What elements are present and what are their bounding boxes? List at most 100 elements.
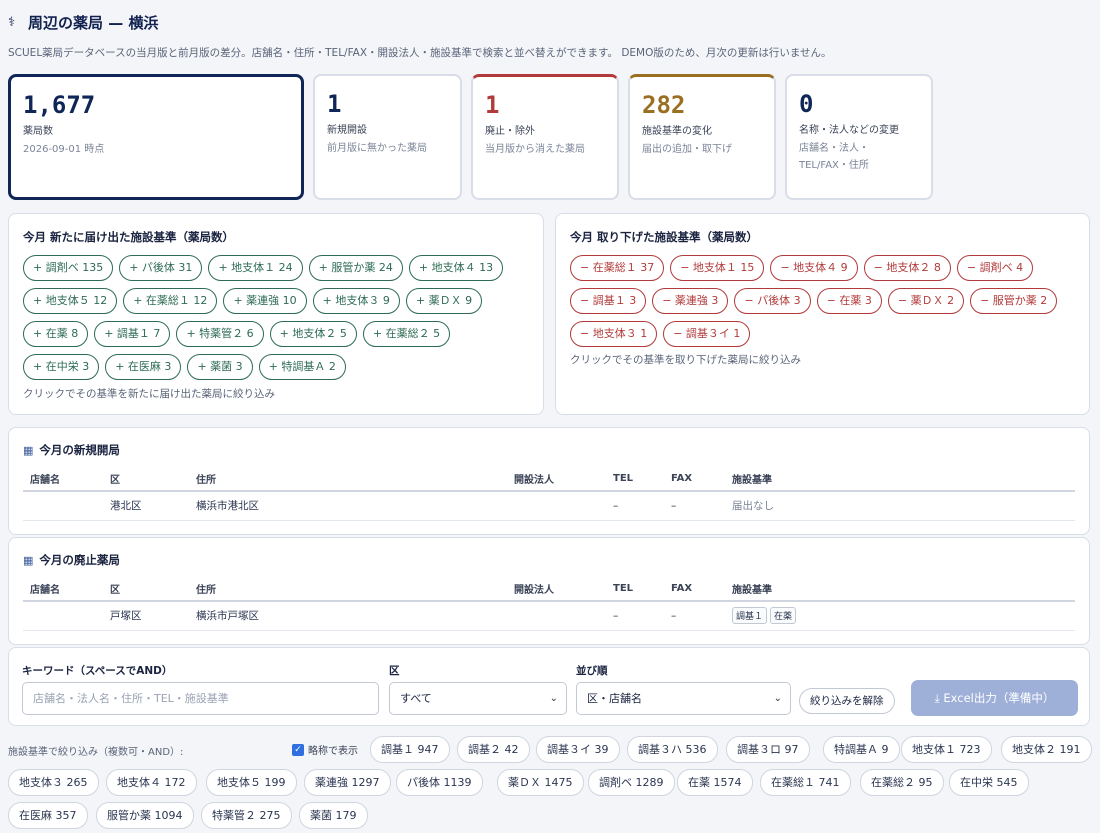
added-standard-chip[interactable]: + 薬連強 10 [223,288,307,314]
table-row[interactable]: 港北区 横浜市港北区 – – 届出なし [23,491,1075,521]
added-standard-chip[interactable]: + 在薬総１ 12 [123,288,218,314]
col-fax[interactable]: FAX [664,466,725,492]
facility-filter-chip[interactable]: 調基３ハ 536 [627,736,718,763]
col-tel[interactable]: TEL [606,466,664,492]
cell-tel: – [606,601,664,631]
facility-filter-chip[interactable]: 特薬管２ 275 [201,802,292,829]
cell-ward: 戸塚区 [103,601,189,631]
added-standard-chip[interactable]: + 調剤ベ 135 [23,255,114,281]
facility-filter-chip[interactable]: 調剤ベ 1289 [588,769,675,796]
stat-card-changes[interactable]: 0 名称・法人などの変更 店舗名・法人・ TEL/FAX・住所 [785,74,933,200]
added-standard-chip[interactable]: + 在医麻 3 [105,354,182,380]
added-standard-chip[interactable]: + 特薬管２ 6 [176,321,264,347]
removed-standard-chip[interactable]: − 地支体４ 9 [770,255,858,281]
col-fax[interactable]: FAX [664,576,725,602]
added-standard-chip[interactable]: + パ後体 31 [119,255,203,281]
col-corp[interactable]: 開設法人 [507,576,606,602]
removed-standard-chip[interactable]: − 調基３イ 1 [663,321,751,347]
facility-filter-chip[interactable]: 在薬総２ 95 [860,769,944,796]
page-subtitle: SCUEL薬局データベースの当月版と前月版の差分。店舗名・住所・TEL/FAX・… [8,47,832,59]
added-standard-chip[interactable]: + 在中栄 3 [23,354,100,380]
removed-standard-chip[interactable]: − パ後体 3 [734,288,811,314]
removed-standard-chip[interactable]: − 地支体２ 8 [863,255,951,281]
facility-filter-chip[interactable]: 地支体１ 723 [901,736,992,763]
removed-standards-title: 今月 取り下げた施設基準（薬局数） [570,230,759,244]
col-standards[interactable]: 施設基準 [725,466,1075,492]
keyword-label: キーワード（スペースでAND） [22,665,173,677]
facility-filter-chip[interactable]: 在薬総１ 741 [760,769,851,796]
facility-filter-chip[interactable]: パ後体 1139 [396,769,483,796]
stat-sub: 当月版から消えた薬局 [485,144,585,155]
added-standard-chip[interactable]: + 在薬総２ 5 [362,321,451,347]
facility-filter-chip[interactable]: 服管か薬 1094 [96,802,194,829]
stat-sub: 2026-09-01 時点 [23,144,105,155]
added-standard-chip[interactable]: + 薬ＤＸ 9 [405,288,483,314]
col-address[interactable]: 住所 [189,466,507,492]
removed-standard-chip[interactable]: − 服管か薬 2 [970,288,1058,314]
cell-name [23,491,103,521]
added-standard-chip[interactable]: + 在薬 8 [23,321,89,347]
stat-card-total[interactable]: 1,677 薬局数 2026-09-01 時点 [8,74,304,200]
col-corp[interactable]: 開設法人 [507,466,606,492]
col-standards[interactable]: 施設基準 [725,576,1075,602]
facility-filter-chip[interactable]: 在医麻 357 [8,802,88,829]
stat-sub-line2: TEL/FAX・住所 [799,160,869,171]
closed-section-heading: ▦ 今月の廃止薬局 [23,552,120,568]
stat-sub-line1: 店舗名・法人・ [799,143,869,154]
col-tel[interactable]: TEL [606,576,664,602]
facility-filter-chip[interactable]: 薬菌 179 [299,802,368,829]
removed-standard-chip[interactable]: − 在薬 3 [816,288,882,314]
col-ward[interactable]: 区 [103,466,189,492]
abbr-toggle[interactable]: ✓ 略称で表示 [292,742,358,757]
added-standard-chip[interactable]: + 薬菌 3 [187,354,253,380]
added-standard-chip[interactable]: + 地支体２ 5 [269,321,357,347]
facility-filter-chip[interactable]: 特調基Ａ 9 [823,736,900,763]
facility-filter-chip[interactable]: 地支体５ 199 [206,769,297,796]
facility-filter-chip[interactable]: 在中栄 545 [949,769,1029,796]
added-standard-chip[interactable]: + 服管か薬 24 [308,255,403,281]
new-section-title: 今月の新規開局 [39,443,120,457]
facility-filter-chip[interactable]: 地支体３ 265 [8,769,99,796]
added-standard-chip[interactable]: + 調基１ 7 [94,321,171,347]
col-ward[interactable]: 区 [103,576,189,602]
checkbox-checked-icon[interactable]: ✓ [292,743,304,756]
facility-filter-chip[interactable]: 調基３ロ 97 [726,736,810,763]
table-header-row: 店舗名 区 住所 開設法人 TEL FAX 施設基準 [23,576,1075,602]
added-standard-chip[interactable]: + 特調基Ａ 2 [258,354,346,380]
removed-standard-chip[interactable]: − 地支体３ 1 [570,321,658,347]
added-standard-chip[interactable]: + 地支体４ 13 [408,255,504,281]
col-name[interactable]: 店舗名 [23,576,103,602]
added-standard-chip[interactable]: + 地支体５ 12 [23,288,118,314]
ward-select[interactable]: すべて ⌄ [389,682,567,715]
added-standard-chip[interactable]: + 地支体３ 9 [312,288,400,314]
removed-standard-chip[interactable]: − 地支体１ 15 [670,255,765,281]
excel-export-button[interactable]: ⤓ Excel出力（準備中） [911,680,1078,716]
facility-filter-chip[interactable]: 調基２ 42 [457,736,530,763]
cell-tel: – [606,491,664,521]
sort-select-value: 区・店舗名 [587,692,642,705]
table-row[interactable]: 戸塚区 横浜市戸塚区 – – 調基１ 在薬 [23,601,1075,631]
facility-filter-chip[interactable]: 在薬 1574 [677,769,753,796]
removed-standard-chip[interactable]: − 調剤ベ 4 [956,255,1034,281]
clear-filters-button[interactable]: 絞り込みを解除 [799,688,895,714]
stat-card-standards[interactable]: 282 施設基準の変化 届出の追加・取下げ [628,74,776,200]
facility-filter-chip[interactable]: 薬ＤＸ 1475 [497,769,584,796]
facility-filter-chip[interactable]: 調基１ 947 [370,736,450,763]
sort-select[interactable]: 区・店舗名 ⌄ [576,682,791,715]
removed-standard-chip[interactable]: − 薬連強 3 [652,288,729,314]
removed-standard-chip[interactable]: − 調基１ 3 [570,288,647,314]
col-address[interactable]: 住所 [189,576,507,602]
facility-filter-chip[interactable]: 地支体４ 172 [106,769,197,796]
stat-card-closed[interactable]: 1 廃止・除外 当月版から消えた薬局 [471,74,619,200]
facility-filter-chip[interactable]: 調基３イ 39 [536,736,620,763]
removed-standard-chip[interactable]: − 薬ＤＸ 2 [887,288,965,314]
keyword-input[interactable]: 店舗名・法人名・住所・TEL・施設基準 [22,682,379,715]
facility-filter-chip[interactable]: 薬連強 1297 [304,769,391,796]
removed-standard-chip[interactable]: − 在薬総１ 37 [570,255,665,281]
stat-card-new[interactable]: 1 新規開設 前月版に無かった薬局 [313,74,462,200]
added-standard-chip[interactable]: + 地支体１ 24 [208,255,303,281]
closed-pharmacies-section: ▦ 今月の廃止薬局 店舗名 区 住所 開設法人 TEL FAX 施設基準 戸塚区 … [8,537,1090,645]
stat-sub: 届出の追加・取下げ [642,144,732,155]
col-name[interactable]: 店舗名 [23,466,103,492]
facility-filter-chip[interactable]: 地支体２ 191 [1001,736,1092,763]
